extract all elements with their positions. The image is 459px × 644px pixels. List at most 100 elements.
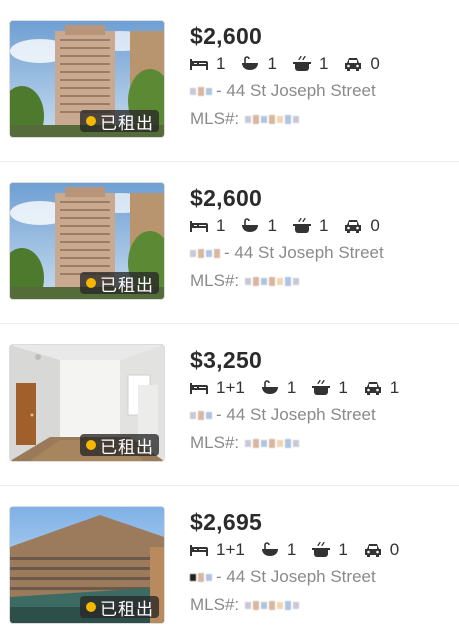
rented-status-badge: 已租出 [80, 596, 159, 620]
beds-count: 1+1 [216, 378, 245, 397]
redacted-unit-number [190, 410, 212, 420]
kitchens-count: 1 [338, 378, 348, 397]
kitchens-feature: 1 [292, 54, 329, 74]
listing-price[interactable]: $3,250 [190, 346, 452, 374]
listing-features: 1+1 1 1 0 [190, 540, 452, 560]
parking-count: 0 [389, 540, 400, 559]
listing-features: 1 1 1 0 [190, 54, 452, 74]
beds-feature: 1+1 [190, 540, 245, 560]
listing-address[interactable]: - 44 St Joseph Street [190, 242, 452, 264]
baths-feature: 1 [241, 216, 277, 236]
address-street: - 44 St Joseph Street [216, 567, 376, 586]
bed-icon [190, 221, 208, 232]
baths-feature: 1 [241, 54, 277, 74]
beds-count: 1 [216, 216, 226, 235]
beds-feature: 1 [190, 54, 225, 74]
listing-photo[interactable]: 已租出 [9, 506, 165, 624]
listing-price[interactable]: $2,600 [190, 184, 452, 212]
listing-card[interactable]: 已租出 $2,600 1 1 1 0 - 44 St Joseph Street… [0, 162, 459, 324]
status-dot-icon [86, 440, 96, 450]
bed-icon [190, 383, 208, 394]
mls-label: MLS#: [190, 595, 240, 614]
bathtub-icon [261, 542, 278, 556]
redacted-unit-number [190, 86, 212, 96]
baths-feature: 1 [261, 378, 296, 398]
beds-count: 1 [216, 54, 226, 73]
listing-card[interactable]: 已租出 $2,600 1 1 1 0 - 44 St Joseph Street… [0, 0, 459, 162]
baths-count: 1 [286, 540, 297, 559]
listing-mls: MLS#: [190, 432, 452, 454]
status-dot-icon [86, 278, 96, 288]
beds-feature: 1+1 [190, 378, 245, 398]
baths-count: 1 [267, 216, 277, 235]
listing-info: $2,695 1+1 1 1 0 - 44 St Joseph Street M… [190, 508, 452, 616]
listing-mls: MLS#: [190, 108, 452, 130]
status-badge-label: 已租出 [100, 437, 154, 458]
mls-label: MLS#: [190, 433, 240, 452]
status-badge-label: 已租出 [100, 275, 154, 296]
rented-status-badge: 已租出 [80, 110, 159, 134]
kitchen-pot-icon [312, 380, 331, 395]
bed-icon [190, 545, 208, 556]
parking-count: 0 [370, 216, 380, 235]
listing-address[interactable]: - 44 St Joseph Street [190, 404, 452, 426]
car-icon [345, 220, 362, 233]
mls-label: MLS#: [190, 109, 240, 128]
listing-features: 1+1 1 1 1 [190, 378, 452, 398]
listing-info: $3,250 1+1 1 1 1 - 44 St Joseph Street M… [190, 346, 452, 454]
listing-mls: MLS#: [190, 270, 452, 292]
kitchens-count: 1 [318, 54, 329, 73]
rented-status-badge: 已租出 [80, 434, 159, 458]
address-street: - 44 St Joseph Street [216, 405, 376, 424]
listing-price[interactable]: $2,600 [190, 22, 452, 50]
bathtub-icon [242, 56, 259, 70]
baths-count: 1 [267, 54, 277, 73]
kitchens-feature: 1 [312, 378, 348, 398]
car-icon [364, 544, 381, 557]
rented-status-badge: 已租出 [80, 272, 159, 296]
listing-photo[interactable]: 已租出 [9, 344, 165, 462]
parking-feature: 0 [364, 540, 399, 560]
listing-address[interactable]: - 44 St Joseph Street [190, 80, 452, 102]
status-dot-icon [86, 116, 96, 126]
parking-feature: 1 [364, 378, 399, 398]
redacted-mls-number [245, 438, 300, 448]
parking-count: 0 [370, 54, 380, 73]
redacted-unit-number [190, 572, 212, 582]
address-street: - 44 St Joseph Street [224, 243, 384, 262]
kitchen-pot-icon [292, 56, 311, 71]
beds-count: 1+1 [216, 540, 245, 559]
kitchen-pot-icon [312, 542, 331, 557]
kitchens-feature: 1 [292, 216, 329, 236]
redacted-mls-number [245, 600, 300, 610]
baths-feature: 1 [261, 540, 296, 560]
parking-count: 1 [389, 378, 400, 397]
listing-info: $2,600 1 1 1 0 - 44 St Joseph Street MLS… [190, 22, 452, 130]
listing-mls: MLS#: [190, 594, 452, 616]
bathtub-icon [261, 380, 278, 394]
listing-price[interactable]: $2,695 [190, 508, 452, 536]
kitchen-pot-icon [292, 218, 311, 233]
listing-list: 已租出 $2,600 1 1 1 0 - 44 St Joseph Street… [0, 0, 459, 644]
kitchens-feature: 1 [312, 540, 348, 560]
listing-card[interactable]: 已租出 $3,250 1+1 1 1 1 - 44 St Joseph Stre… [0, 324, 459, 486]
status-badge-label: 已租出 [100, 599, 154, 620]
bed-icon [190, 59, 208, 70]
address-street: - 44 St Joseph Street [216, 81, 376, 100]
baths-count: 1 [286, 378, 297, 397]
listing-info: $2,600 1 1 1 0 - 44 St Joseph Street MLS… [190, 184, 452, 292]
status-badge-label: 已租出 [100, 113, 154, 134]
mls-label: MLS#: [190, 271, 240, 290]
bathtub-icon [242, 218, 259, 232]
listing-photo[interactable]: 已租出 [9, 20, 165, 138]
redacted-mls-number [245, 114, 300, 124]
parking-feature: 0 [344, 216, 380, 236]
kitchens-count: 1 [318, 216, 329, 235]
car-icon [345, 58, 362, 71]
parking-feature: 0 [344, 54, 380, 74]
status-dot-icon [86, 602, 96, 612]
listing-card[interactable]: 已租出 $2,695 1+1 1 1 0 - 44 St Joseph Stre… [0, 486, 459, 644]
listing-address[interactable]: - 44 St Joseph Street [190, 566, 452, 588]
redacted-unit-number [190, 248, 220, 258]
listing-photo[interactable]: 已租出 [9, 182, 165, 300]
